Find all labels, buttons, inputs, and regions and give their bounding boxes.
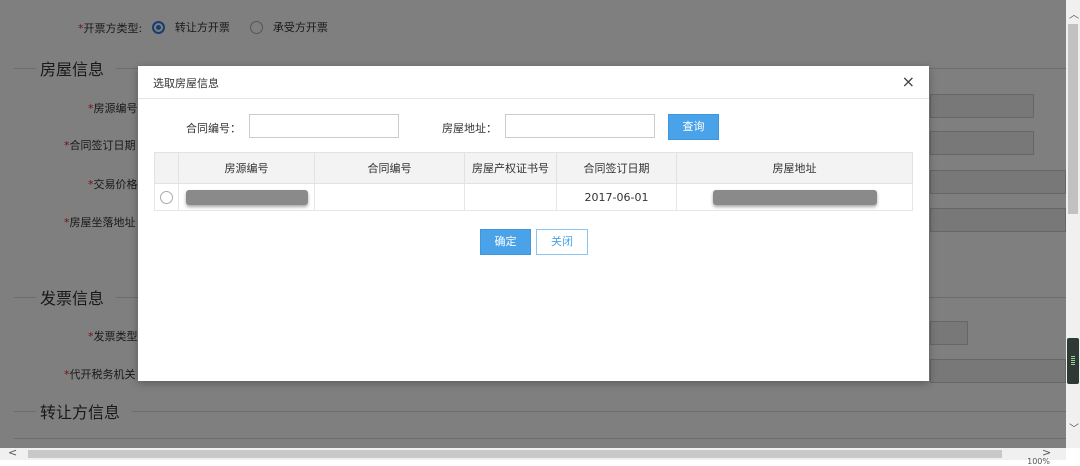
scroll-thumb[interactable] — [28, 450, 1002, 458]
sign-date-cell: 2017-06-01 — [556, 183, 677, 211]
table-row[interactable]: 2017-06-01 — [154, 183, 913, 211]
chevron-up-icon[interactable]: ︿ — [1069, 6, 1079, 21]
redacted-address — [712, 189, 877, 205]
select-column-header — [154, 152, 179, 184]
column-header: 房源编号 — [178, 152, 315, 184]
table-header-row: 房源编号 合同编号 房屋产权证书号 合同签订日期 房屋地址 — [154, 152, 913, 184]
chevron-down-icon[interactable]: ﹀ — [1069, 420, 1079, 435]
column-header: 合同签订日期 — [556, 152, 677, 184]
scroll-thumb[interactable] — [1068, 24, 1078, 214]
status-bar: 100% — [0, 457, 1080, 466]
redacted-house-no — [185, 189, 308, 205]
radio-unselected-icon[interactable] — [160, 190, 173, 204]
contract-no-cell — [314, 183, 465, 211]
house-no-cell — [178, 183, 315, 211]
dialog-header: 选取房屋信息 × — [138, 66, 929, 99]
contract-no-input[interactable] — [249, 114, 399, 138]
house-table: 房源编号 合同编号 房屋产权证书号 合同签订日期 房屋地址 2017-06-01 — [154, 152, 913, 211]
vertical-scrollbar[interactable]: ︿ ﹀ — [1066, 0, 1080, 448]
column-header: 房屋地址 — [676, 152, 913, 184]
close-button[interactable]: 关闭 — [536, 229, 588, 255]
horizontal-scrollbar[interactable]: < > — [0, 446, 1066, 460]
row-select-cell[interactable] — [154, 183, 179, 211]
close-icon[interactable]: × — [902, 72, 915, 91]
column-header: 房屋产权证书号 — [464, 152, 557, 184]
column-header: 合同编号 — [314, 152, 465, 184]
address-input[interactable] — [505, 114, 655, 138]
contract-no-label: 合同编号： — [186, 122, 241, 135]
select-house-dialog: 选取房屋信息 × 合同编号： 房屋地址： 查询 房源编号 合同编号 房屋产权证书… — [138, 66, 929, 381]
confirm-button[interactable]: 确定 — [480, 229, 531, 255]
side-widget-handle[interactable] — [1067, 338, 1079, 384]
chevron-left-icon[interactable]: < — [8, 446, 17, 459]
dialog-title: 选取房屋信息 — [153, 77, 219, 90]
zoom-level[interactable]: 100% — [1027, 457, 1050, 466]
query-button[interactable]: 查询 — [668, 114, 719, 140]
address-cell — [676, 183, 913, 211]
address-label: 房屋地址： — [442, 122, 497, 135]
certificate-no-cell — [464, 183, 557, 211]
